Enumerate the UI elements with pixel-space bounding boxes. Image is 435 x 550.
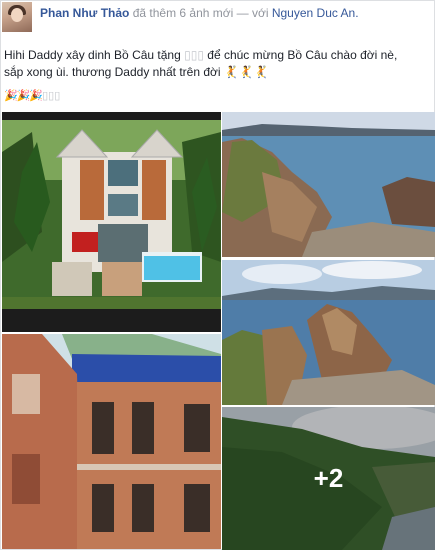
facebook-post: Phan Như Thảo đã thêm 6 ảnh mới — với Ng… (0, 0, 435, 550)
photo-coastal-cliff-2[interactable] (222, 260, 435, 405)
emoji-group: 🤾🤾🤾 (223, 65, 269, 79)
coastal-cliff-image (222, 112, 435, 257)
photo-hillside-more[interactable]: +2 (222, 407, 435, 550)
post-text-segment: để chúc mừng Bồ Câu chào đời nè, (207, 48, 398, 62)
coastal-cliff-image (222, 260, 435, 405)
tagged-user-link[interactable]: Nguyen Duc An. (272, 6, 359, 20)
missing-emoji-boxes: ▯▯▯ (42, 90, 61, 102)
missing-emoji-boxes: ▯▯▯ (184, 48, 204, 62)
avatar-face (11, 8, 23, 22)
author-avatar[interactable] (2, 2, 32, 32)
more-photos-count[interactable]: +2 (222, 463, 435, 494)
party-emoji: 🎉🎉🎉 (4, 90, 43, 102)
post-text-segment: Hihi Daddy xây dinh Bồ Câu tặng (4, 48, 181, 62)
photo-house-render[interactable] (2, 112, 221, 332)
author-name-link[interactable]: Phan Như Thảo (40, 6, 129, 20)
post-action-text: đã thêm 6 ảnh mới — với (132, 6, 269, 20)
construction-image (2, 334, 221, 549)
post-text-line-1: Hihi Daddy xây dinh Bồ Câu tặng ▯▯▯ để c… (4, 47, 432, 64)
post-emoji-row: 🎉🎉🎉▯▯▯ (4, 89, 60, 102)
photo-house-construction[interactable] (2, 334, 221, 549)
post-text: Hihi Daddy xây dinh Bồ Câu tặng ▯▯▯ để c… (4, 47, 432, 81)
post-text-segment: sắp xong ùi. thương Daddy nhất trên đời (4, 65, 221, 79)
house-render-image (2, 120, 221, 332)
photo-coastal-cliff-1[interactable] (222, 112, 435, 257)
post-header-text: Phan Như Thảo đã thêm 6 ảnh mới — với Ng… (40, 6, 359, 20)
post-text-line-2: sắp xong ùi. thương Daddy nhất trên đời … (4, 64, 432, 81)
post-header: Phan Như Thảo đã thêm 6 ảnh mới — với Ng… (1, 1, 434, 37)
